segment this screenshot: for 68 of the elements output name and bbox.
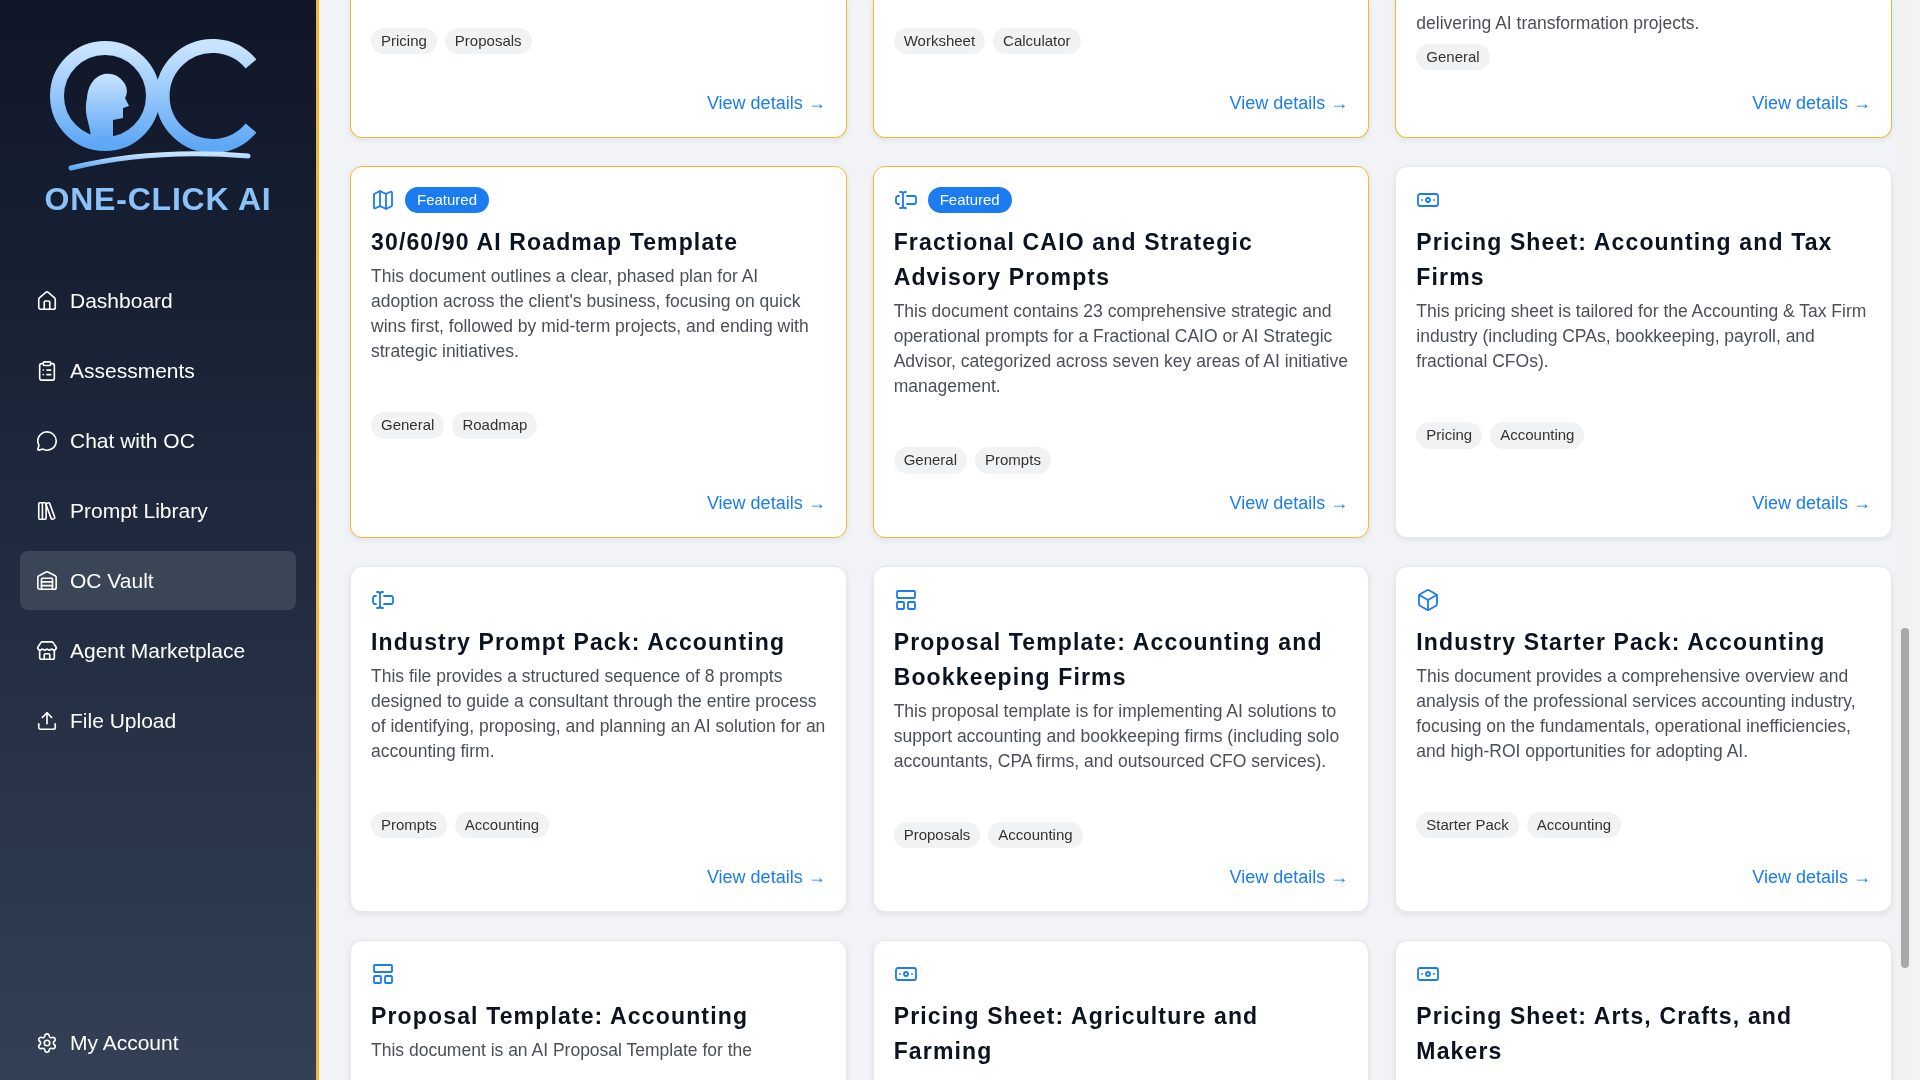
map-icon bbox=[371, 188, 395, 212]
view-details-link[interactable]: View details → bbox=[1229, 90, 1349, 117]
tag: Roadmap bbox=[452, 412, 538, 439]
card-title: Pricing Sheet: Accounting and Tax Firms bbox=[1416, 228, 1834, 292]
upload-icon bbox=[36, 709, 58, 732]
tag: Accounting bbox=[1490, 422, 1585, 449]
store-icon bbox=[36, 639, 58, 662]
garage-icon bbox=[36, 569, 58, 592]
card-title: Proposal Template: Accounting and Bookkeeping Firms bbox=[893, 627, 1324, 692]
nav-item[interactable]: Chat with OC bbox=[20, 411, 296, 470]
view-details-link[interactable]: View details → bbox=[706, 90, 826, 117]
clipboard-icon bbox=[36, 359, 58, 382]
card-title: 30/60/90 AI Roadmap Template bbox=[371, 228, 740, 257]
tag: Worksheet bbox=[893, 27, 986, 54]
nav-item[interactable]: Prompt Library bbox=[20, 481, 296, 540]
tag: Accounting bbox=[1526, 811, 1622, 838]
tag: Pricing bbox=[1416, 422, 1483, 449]
layout-icon bbox=[371, 962, 395, 986]
card-title: Proposal Template: Accounting bbox=[371, 1002, 750, 1031]
card-title: Industry Starter Pack: Accounting bbox=[1416, 627, 1827, 657]
view-details-link[interactable]: View details → bbox=[706, 864, 826, 891]
books-icon bbox=[36, 499, 58, 522]
card-description: This document outlines a clear, phased plan for AI adoption across the client's business, focusing on quick wins first, followed by mid-term projects, and ending with strategic initiatives. bbox=[371, 265, 810, 363]
view-details-link[interactable]: View details → bbox=[1229, 489, 1349, 517]
featured-badge: Featured bbox=[927, 186, 1012, 214]
tag: Calculator bbox=[993, 27, 1081, 54]
settings-icon bbox=[36, 1031, 58, 1054]
nav-item[interactable]: Dashboard bbox=[20, 271, 296, 330]
view-details-link[interactable]: View details → bbox=[1229, 864, 1349, 891]
home-icon bbox=[36, 289, 58, 312]
view-details-link[interactable]: View details → bbox=[706, 489, 826, 517]
card-title: Fractional CAIO and Strategic Advisory Prompts bbox=[893, 228, 1254, 292]
tag: Accounting bbox=[454, 811, 550, 838]
card-title: Pricing Sheet: Arts, Crafts, and Makers bbox=[1416, 1002, 1794, 1066]
card-description: This pricing sheet is tailored for the Accounting & Tax Firm industry (including CPAs, bookkeeping, payroll, and fractional CFOs). bbox=[1416, 300, 1868, 373]
tag: Prompts bbox=[371, 811, 447, 838]
nav-item[interactable]: OC Vault bbox=[20, 551, 296, 610]
nav-item[interactable]: Agent Marketplace bbox=[20, 621, 296, 680]
tag: General bbox=[371, 412, 445, 439]
view-details-link[interactable]: View details → bbox=[1752, 489, 1871, 517]
chat-bubble-icon bbox=[36, 429, 58, 452]
nav-item[interactable]: My Account bbox=[20, 1013, 296, 1072]
tag: General bbox=[1416, 43, 1490, 70]
layout-icon bbox=[893, 587, 918, 612]
card-description: delivering AI transformation projects. bbox=[1416, 11, 1701, 35]
view-details-link[interactable]: View details → bbox=[1752, 864, 1871, 891]
card-description: This document provides a comprehensive overview and analysis of the professional services accounting industry, focusing on the fundamentals, operational inefficiencies, and high-ROI opportunities for adopting AI. bbox=[1416, 664, 1857, 763]
card-title: Pricing Sheet: Agriculture and Farming bbox=[893, 1002, 1260, 1066]
tag: Prompts bbox=[975, 447, 1051, 474]
cube-icon bbox=[1416, 587, 1441, 612]
tag: Proposals bbox=[444, 27, 532, 54]
card-description: This proposal template is for implementing AI solutions to support accounting and bookkeeping firms (including solo accountants, CPA firms, and outsourced CFO services). bbox=[893, 699, 1341, 773]
view-details-link[interactable]: View details → bbox=[1752, 90, 1871, 117]
nav-item[interactable]: File Upload bbox=[20, 691, 296, 750]
tag: Accounting bbox=[988, 821, 1083, 848]
tag: Proposals bbox=[893, 821, 981, 848]
card-title: Industry Prompt Pack: Accounting bbox=[371, 627, 787, 657]
card-description: This document contains 23 comprehensive strategic and operational prompts for a Fractional CAIO or AI Strategic Advisor, categorized across seven key areas of AI initiative management. bbox=[893, 300, 1349, 398]
featured-badge: Featured bbox=[405, 186, 490, 214]
brand-name: ONE-CLICK AI bbox=[44, 180, 272, 219]
text-cursor-icon bbox=[893, 188, 918, 212]
tag: Starter Pack bbox=[1416, 811, 1519, 838]
tag: General bbox=[893, 447, 968, 474]
nav-item[interactable]: Assessments bbox=[20, 341, 296, 400]
card-description: This document is an AI Proposal Template for the bbox=[371, 1039, 753, 1062]
card-description: This file provides a structured sequence of 8 prompts designed to guide a consultant through the entire process of identifying, proposing, and planning an AI solution for an accounting firm. bbox=[371, 664, 826, 763]
scrollbar[interactable] bbox=[1898, 0, 1912, 1080]
tag: Pricing bbox=[371, 27, 437, 54]
